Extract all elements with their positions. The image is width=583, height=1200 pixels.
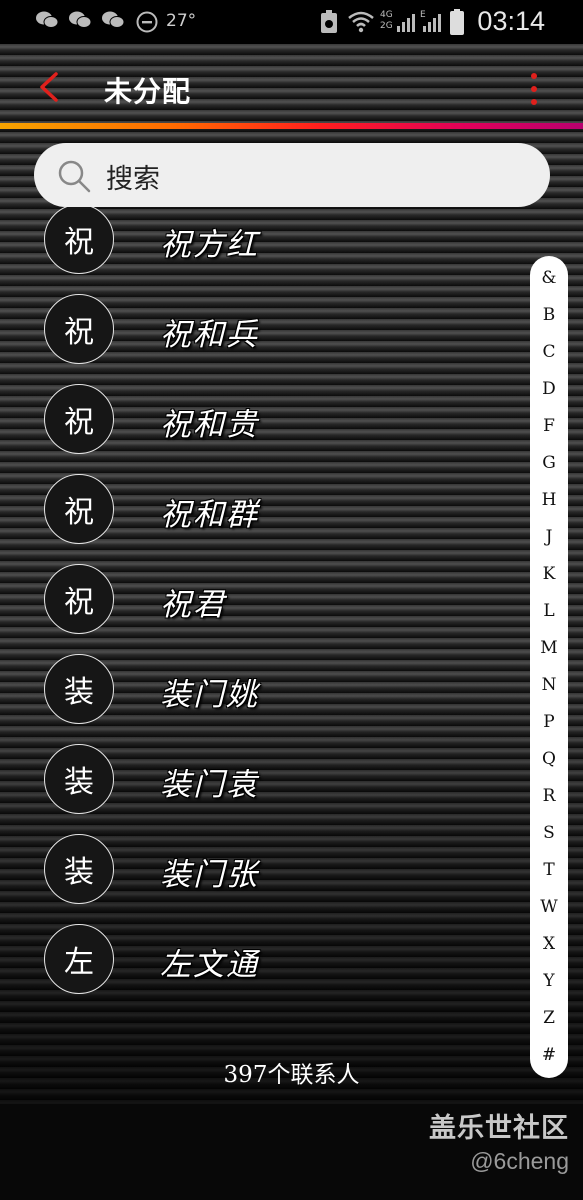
contact-name: 左文通 bbox=[160, 947, 259, 983]
chevron-left-icon[interactable] bbox=[34, 70, 68, 104]
index-letter[interactable]: Z bbox=[530, 1008, 568, 1028]
search-bar[interactable]: 搜索 bbox=[34, 143, 550, 207]
signal-icon bbox=[423, 14, 441, 32]
contact-name: 祝君 bbox=[160, 587, 226, 623]
avatar: 装 bbox=[44, 744, 114, 814]
avatar: 祝 bbox=[44, 294, 114, 364]
page-title: 未分配 bbox=[104, 75, 192, 108]
clock: 03:14 bbox=[477, 6, 545, 36]
contact-count: 397个联系人 bbox=[223, 1062, 360, 1088]
status-bar: 27° 4G 2G E 03:14 bbox=[0, 0, 583, 44]
list-item[interactable]: 装 装门姚 bbox=[0, 645, 520, 735]
search-icon bbox=[58, 160, 91, 193]
index-letter[interactable]: B bbox=[530, 305, 568, 325]
contact-name: 装门姚 bbox=[160, 677, 259, 713]
index-letter[interactable]: G bbox=[530, 453, 568, 473]
list-item[interactable]: 祝 祝和贵 bbox=[0, 375, 520, 465]
index-letter[interactable]: P bbox=[530, 712, 568, 732]
index-letter[interactable]: S bbox=[530, 823, 568, 843]
temperature: 27° bbox=[166, 11, 197, 31]
avatar: 左 bbox=[44, 924, 114, 994]
wechat-icon bbox=[102, 11, 125, 28]
avatar: 祝 bbox=[44, 564, 114, 634]
contact-name: 祝和群 bbox=[160, 497, 259, 533]
search-input[interactable]: 搜索 bbox=[106, 157, 160, 196]
wifi-icon bbox=[348, 11, 374, 33]
list-item[interactable]: 祝 祝方红 bbox=[0, 207, 520, 285]
index-letter[interactable]: Q bbox=[530, 749, 568, 769]
index-letter[interactable]: & bbox=[530, 268, 568, 288]
avatar: 祝 bbox=[44, 474, 114, 544]
list-item[interactable]: 装 装门张 bbox=[0, 825, 520, 915]
index-letter[interactable]: L bbox=[530, 601, 568, 621]
more-vertical-icon[interactable] bbox=[527, 72, 541, 106]
list-item[interactable]: 祝 祝和兵 bbox=[0, 285, 520, 375]
avatar: 装 bbox=[44, 654, 114, 724]
wechat-icon bbox=[36, 11, 59, 28]
index-letter[interactable]: X bbox=[530, 934, 568, 954]
avatar: 装 bbox=[44, 834, 114, 904]
contact-list: 祝 祝方红 祝 祝和兵 祝 祝和贵 祝 祝和群 祝 祝君 装 装门姚 装 装门袁… bbox=[0, 207, 520, 1047]
alphabet-index[interactable]: & B C D F G H J K L M N P Q R S T W X Y … bbox=[530, 256, 568, 1078]
index-letter[interactable]: C bbox=[530, 342, 568, 362]
accent-divider bbox=[0, 123, 583, 129]
list-item[interactable]: 祝 祝君 bbox=[0, 555, 520, 645]
index-letter[interactable]: H bbox=[530, 490, 568, 510]
battery-icon bbox=[450, 9, 464, 35]
contact-name: 装门张 bbox=[160, 857, 259, 893]
list-item[interactable]: 祝 祝和群 bbox=[0, 465, 520, 555]
list-item[interactable]: 左 左文通 bbox=[0, 915, 520, 1005]
index-letter[interactable]: M bbox=[530, 638, 568, 658]
app-header: 未分配 bbox=[0, 44, 583, 120]
signal-icon bbox=[397, 14, 415, 32]
wechat-icon bbox=[69, 11, 92, 28]
index-letter[interactable]: Y bbox=[530, 971, 568, 991]
contact-name: 祝和兵 bbox=[160, 317, 259, 353]
list-item[interactable]: 装 装门袁 bbox=[0, 735, 520, 825]
index-letter[interactable]: F bbox=[530, 416, 568, 436]
index-letter[interactable]: J bbox=[530, 527, 568, 547]
index-letter[interactable]: N bbox=[530, 675, 568, 695]
watermark-user: @6cheng bbox=[470, 1148, 569, 1174]
contact-name: 装门袁 bbox=[160, 767, 259, 803]
index-letter[interactable]: K bbox=[530, 564, 568, 584]
contact-name: 祝方红 bbox=[160, 227, 259, 263]
index-letter[interactable]: T bbox=[530, 860, 568, 880]
recycle-icon bbox=[321, 10, 337, 33]
index-letter[interactable]: R bbox=[530, 786, 568, 806]
contact-name: 祝和贵 bbox=[160, 407, 259, 443]
network-4g-label: 4G bbox=[380, 10, 393, 20]
index-letter[interactable]: W bbox=[530, 897, 568, 917]
avatar: 祝 bbox=[44, 207, 114, 274]
watermark-title: 盖乐世社区 bbox=[429, 1113, 569, 1144]
network-2g-label: 2G bbox=[380, 21, 393, 31]
do-not-disturb-icon bbox=[136, 11, 158, 33]
index-letter[interactable]: D bbox=[530, 379, 568, 399]
avatar: 祝 bbox=[44, 384, 114, 454]
